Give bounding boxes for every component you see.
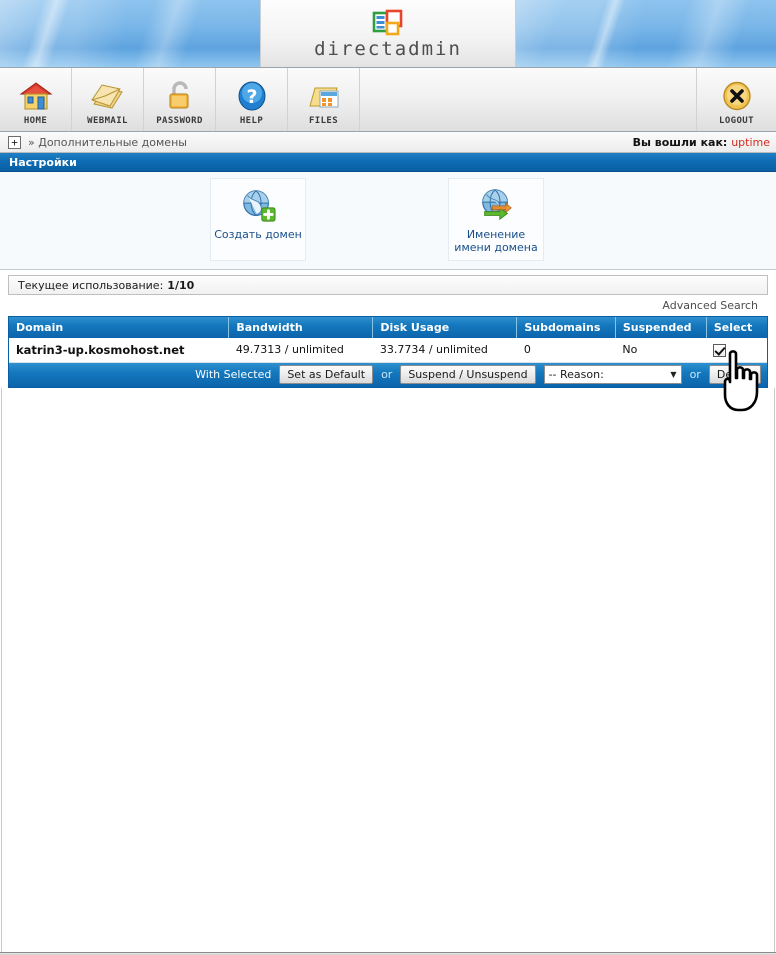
logged-in-username[interactable]: uptime <box>731 136 770 149</box>
brand-block: directadmin <box>260 0 516 67</box>
delete-button[interactable]: Delete <box>708 365 761 384</box>
tile-create-domain-label: Создать домен <box>214 228 302 241</box>
column-header-disk-usage[interactable]: Disk Usage <box>372 317 518 338</box>
bulk-actions-bar: With Selected Set as Default or Suspend … <box>8 362 768 388</box>
column-header-bandwidth[interactable]: Bandwidth <box>228 317 374 338</box>
current-usage-value: 1/10 <box>167 278 195 292</box>
table-header-row: Domain Bandwidth Disk Usage Subdomains S… <box>9 317 767 338</box>
reason-select[interactable]: -- Reason: ▼ <box>543 365 682 384</box>
nav-item-webmail[interactable]: WEBMAIL <box>72 68 144 131</box>
brand-wordmark: directadmin <box>314 37 462 60</box>
top-banner: directadmin <box>0 0 776 68</box>
directadmin-page: directadmin HOME WEBMAIL PASSWORD ? HELP… <box>0 0 776 955</box>
folder-files-icon <box>307 78 341 112</box>
logged-in-label: Вы вошли как: <box>632 135 728 149</box>
nav-item-help[interactable]: ? HELP <box>216 68 288 131</box>
tile-rename-domain-label: Именение имени домена <box>454 228 538 254</box>
banner-decoration-right <box>516 0 776 67</box>
column-header-subdomains[interactable]: Subdomains <box>516 317 616 338</box>
nav-item-password-label: PASSWORD <box>156 116 203 126</box>
nav-item-files-label: FILES <box>308 116 339 126</box>
x-circle-icon <box>721 78 753 112</box>
column-header-suspended[interactable]: Suspended <box>615 317 707 338</box>
page-body-fill <box>1 387 775 952</box>
column-header-select[interactable]: Select <box>706 317 767 338</box>
nav-item-logout-label: LOGOUT <box>719 116 754 126</box>
house-icon <box>18 78 53 112</box>
nav-item-webmail-label: WEBMAIL <box>87 116 128 126</box>
nav-item-files[interactable]: FILES <box>288 68 360 131</box>
set-as-default-button[interactable]: Set as Default <box>279 365 374 384</box>
cell-subdomains: 0 <box>516 338 616 363</box>
cell-bandwidth: 49.7313 / unlimited <box>228 338 373 363</box>
reason-select-value: -- Reason: <box>548 368 604 381</box>
advanced-search-link[interactable]: Advanced Search <box>662 299 758 312</box>
globe-add-icon <box>243 190 276 222</box>
directadmin-logo-icon <box>372 9 403 35</box>
padlock-icon <box>165 78 195 112</box>
settings-panel-tiles: Создать домен Именение имени домена <box>210 178 544 261</box>
nav-item-home-label: HOME <box>23 116 48 126</box>
advanced-search-row: Advanced Search <box>8 295 768 316</box>
tile-create-domain[interactable]: Создать домен <box>210 178 306 261</box>
chevron-down-icon: ▼ <box>670 370 677 379</box>
nav-item-password[interactable]: PASSWORD <box>144 68 216 131</box>
cell-disk-usage: 33.7734 / unlimited <box>372 338 517 363</box>
svg-text:?: ? <box>246 86 257 108</box>
envelope-icon <box>90 78 126 112</box>
breadcrumb: + » Дополнительные домены Вы вошли как: … <box>0 132 776 153</box>
domains-table-wrapper: Domain Bandwidth Disk Usage Subdomains S… <box>8 316 768 363</box>
domains-table-body: katrin3-up.kosmohost.net 49.7313 / unlim… <box>9 338 767 363</box>
or-separator-1: or <box>381 368 393 381</box>
nav-item-logout[interactable]: LOGOUT <box>696 68 776 131</box>
column-header-domain[interactable]: Domain <box>9 317 230 338</box>
cell-select <box>706 338 767 363</box>
expand-tree-button[interactable]: + <box>8 135 21 149</box>
breadcrumb-path[interactable]: » Дополнительные домены <box>28 136 187 149</box>
logged-in-status: Вы вошли как: uptime <box>633 136 770 149</box>
current-usage-bar: Текущее использование: 1/10 <box>8 275 768 295</box>
table-row: katrin3-up.kosmohost.net 49.7313 / unlim… <box>9 338 767 363</box>
domains-table: Domain Bandwidth Disk Usage Subdomains S… <box>9 317 767 363</box>
banner-decoration-left <box>0 0 260 67</box>
row-select-checkbox[interactable] <box>713 343 727 357</box>
nav-item-home[interactable]: HOME <box>0 68 72 131</box>
globe-rename-icon <box>482 189 512 221</box>
with-selected-label: With Selected <box>195 368 272 381</box>
nav-item-help-label: HELP <box>239 116 264 126</box>
section-title: Настройки <box>0 153 776 172</box>
question-mark-icon: ? <box>236 78 268 112</box>
tile-rename-domain[interactable]: Именение имени домена <box>448 178 544 261</box>
main-navbar: HOME WEBMAIL PASSWORD ? HELP FILES LOGOU… <box>0 68 776 132</box>
settings-panel: Создать домен Именение имени домена <box>0 172 776 270</box>
cell-domain[interactable]: katrin3-up.kosmohost.net <box>9 338 229 363</box>
or-separator-2: or <box>689 368 701 381</box>
navbar-spacer <box>360 68 696 131</box>
domains-table-head: Domain Bandwidth Disk Usage Subdomains S… <box>9 317 767 338</box>
current-usage-label: Текущее использование: <box>18 278 164 292</box>
suspend-unsuspend-button[interactable]: Suspend / Unsuspend <box>400 365 536 384</box>
cell-suspended: No <box>615 338 707 363</box>
